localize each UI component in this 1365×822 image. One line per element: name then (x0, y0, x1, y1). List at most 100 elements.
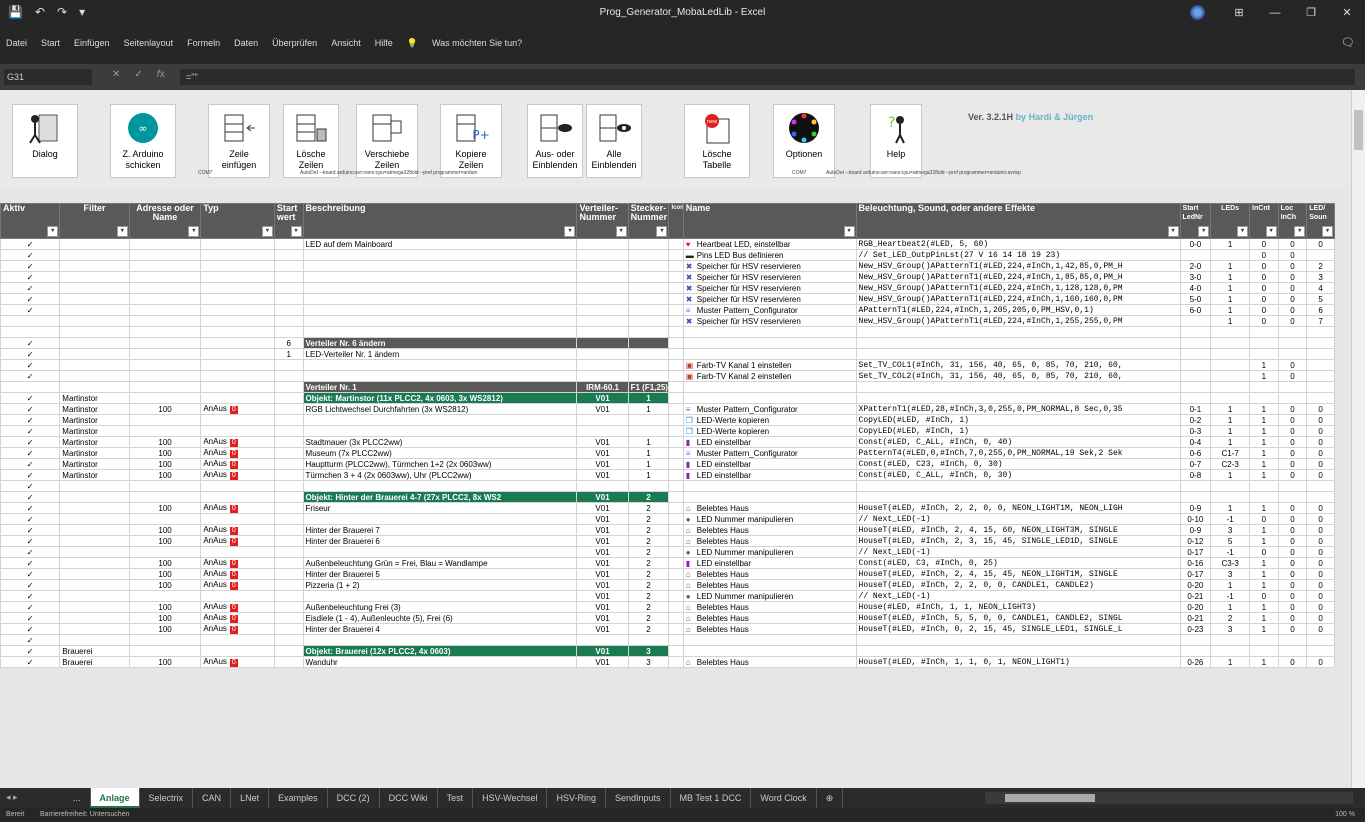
filter-cell[interactable] (59, 282, 130, 294)
loc-cell[interactable]: 0 (1277, 458, 1308, 470)
name-cell[interactable]: ✖ Speicher für HSV reservieren (682, 282, 857, 294)
beschreibung-cell[interactable]: Hinter der Brauerei 6 (302, 535, 578, 547)
adresse-cell[interactable] (128, 491, 202, 503)
leds-cell[interactable] (1210, 326, 1251, 338)
effekt-cell[interactable]: HouseT(#LED, #InCh, 2, 3, 15, 45, SINGLE… (855, 535, 1181, 547)
filter-cell[interactable]: Martinstor (59, 436, 130, 448)
loc-cell[interactable]: 0 (1277, 436, 1308, 448)
stecker-cell[interactable] (627, 249, 670, 261)
adresse-cell[interactable] (128, 425, 202, 437)
verteiler-cell[interactable]: IRM-60.1 (576, 381, 629, 393)
tab-formeln[interactable]: Formeln (187, 38, 220, 49)
aktiv-cell[interactable]: ✓ (0, 304, 61, 316)
beschreibung-cell[interactable]: Hinter der Brauerei 7 (302, 524, 578, 536)
loc-cell[interactable] (1277, 381, 1308, 393)
startled-cell[interactable] (1179, 480, 1212, 492)
typ-cell[interactable]: AnAus 0 (200, 557, 275, 569)
icon-cell[interactable] (668, 557, 684, 569)
verteiler-cell[interactable]: V01 (576, 436, 629, 448)
filter-dropdown-icon[interactable]: ▾ (843, 226, 855, 237)
name-cell[interactable]: ❐ LED-Werte kopieren (682, 414, 857, 426)
verteiler-cell[interactable] (576, 414, 629, 426)
stecker-cell[interactable] (627, 304, 670, 316)
beschreibung-cell[interactable]: Verteiler Nr. 1 (302, 381, 578, 393)
adresse-cell[interactable] (128, 337, 202, 349)
name-cell[interactable] (682, 645, 857, 657)
ledsound-cell[interactable]: 0 (1306, 425, 1335, 437)
incnt-cell[interactable]: 1 (1249, 535, 1279, 547)
adresse-cell[interactable]: 100 (128, 623, 202, 635)
table-row[interactable]: ✓ ▣ Farb-TV Kanal 1 einstellen Set_TV_COL1(… (0, 359, 1335, 371)
maximize-button[interactable]: ❐ (1293, 0, 1329, 26)
beschreibung-cell[interactable] (302, 359, 578, 371)
table-row[interactable]: ✓ ✖ Speicher für HSV reservieren New_HSV_Gr… (0, 260, 1335, 272)
sheet-tab[interactable]: CAN (193, 788, 232, 808)
startled-cell[interactable]: 2-0 (1179, 260, 1212, 272)
table-row[interactable]: ✓ Martinstor 100 AnAus 0 Museum (7x PLCC2ww) V… (0, 447, 1335, 459)
name-cell[interactable]: ● LED Nummer manipulieren (682, 546, 857, 558)
typ-cell[interactable] (200, 304, 275, 316)
tab-start[interactable]: Start (41, 38, 60, 49)
incnt-cell[interactable]: 0 (1249, 238, 1279, 250)
incnt-cell[interactable]: 1 (1249, 557, 1279, 569)
name-cell[interactable]: ⌂ Belebtes Haus (682, 535, 857, 547)
col-verteiler[interactable]: Verteiler-Nummer ▾ (576, 203, 629, 239)
icon-cell[interactable] (668, 414, 684, 426)
effekt-cell[interactable]: CopyLED(#LED, #InCh, 1) (855, 425, 1181, 437)
filter-dropdown-icon[interactable]: ▾ (290, 226, 302, 237)
effekt-cell[interactable]: HouseT(#LED, #InCh, 2, 2, 0, 0, CANDLE1,… (855, 579, 1181, 591)
effekt-cell[interactable]: House(#LED, #InCh, 1, 1, NEON_LIGHT3) (855, 601, 1181, 613)
loc-cell[interactable]: 0 (1277, 304, 1308, 316)
beschreibung-cell[interactable]: Hinter der Brauerei 4 (302, 623, 578, 635)
adresse-cell[interactable]: 100 (128, 557, 202, 569)
name-cell[interactable]: ≡ Muster Pattern_Configurator (682, 447, 857, 459)
col-adresse[interactable]: Adresse oder Name ▾ (128, 203, 202, 239)
startled-cell[interactable]: 6-0 (1179, 304, 1212, 316)
adresse-cell[interactable]: 100 (128, 568, 202, 580)
adresse-cell[interactable]: 100 (128, 579, 202, 591)
effekt-cell[interactable]: RGB_Heartbeat2(#LED, 5, 60) (855, 238, 1181, 250)
typ-cell[interactable] (200, 260, 275, 272)
stecker-cell[interactable]: 2 (627, 579, 670, 591)
adresse-cell[interactable]: 100 (128, 524, 202, 536)
icon-cell[interactable] (668, 381, 684, 393)
table-row[interactable]: ✓ ≡ Muster Pattern_Configurator APatternT1(… (0, 304, 1335, 316)
incnt-cell[interactable]: 0 (1249, 315, 1279, 327)
stecker-cell[interactable]: 1 (627, 436, 670, 448)
leds-cell[interactable] (1210, 370, 1251, 382)
leds-cell[interactable]: 1 (1210, 502, 1251, 514)
effekt-cell[interactable]: // Next_LED(-1) (855, 590, 1181, 602)
loesche-zeilen-button[interactable]: Lösche Zeilen (283, 104, 339, 178)
adresse-cell[interactable]: 100 (128, 502, 202, 514)
leds-cell[interactable]: 1 (1210, 601, 1251, 613)
table-row[interactable]: ✓ 100 AnAus 0 Pizzeria (1 + 2) V01 2 ⌂ Belebtes … (0, 579, 1335, 591)
aktiv-cell[interactable]: ✓ (0, 271, 61, 283)
start-cell[interactable] (273, 381, 304, 393)
alle-einblenden-button[interactable]: Alle Einblenden (586, 104, 642, 178)
sheet-tab[interactable]: LNet (231, 788, 270, 808)
incnt-cell[interactable]: 1 (1249, 425, 1279, 437)
red-indicator[interactable]: 0 (229, 439, 238, 447)
loc-cell[interactable] (1277, 392, 1308, 404)
ledsound-cell[interactable] (1306, 326, 1335, 338)
filter-cell[interactable] (59, 601, 130, 613)
typ-cell[interactable]: AnAus 0 (200, 458, 275, 470)
start-cell[interactable] (273, 425, 304, 437)
ledsound-cell[interactable] (1306, 392, 1335, 404)
filter-cell[interactable]: Martinstor (59, 458, 130, 470)
leds-cell[interactable]: 1 (1210, 304, 1251, 316)
adresse-cell[interactable] (128, 282, 202, 294)
filter-cell[interactable]: Martinstor (59, 469, 130, 481)
table-row[interactable]: ✓ 1 LED-Verteiler Nr. 1 ändern (0, 348, 1335, 360)
ledsound-cell[interactable]: 0 (1306, 612, 1335, 624)
start-cell[interactable] (273, 403, 304, 415)
col-leds[interactable]: LEDs ▾ (1210, 203, 1251, 239)
filter-cell[interactable]: Martinstor (59, 414, 130, 426)
effekt-cell[interactable]: HouseT(#LED, #InCh, 5, 5, 0, 0, CANDLE1,… (855, 612, 1181, 624)
start-cell[interactable] (273, 590, 304, 602)
beschreibung-cell[interactable]: RGB Lichtwechsel Durchfahrten (3x WS2812… (302, 403, 578, 415)
name-cell[interactable]: ⌂ Belebtes Haus (682, 601, 857, 613)
incnt-cell[interactable]: 0 (1249, 304, 1279, 316)
sheet-tab[interactable]: HSV-Wechsel (473, 788, 548, 808)
effekt-cell[interactable] (855, 645, 1181, 657)
